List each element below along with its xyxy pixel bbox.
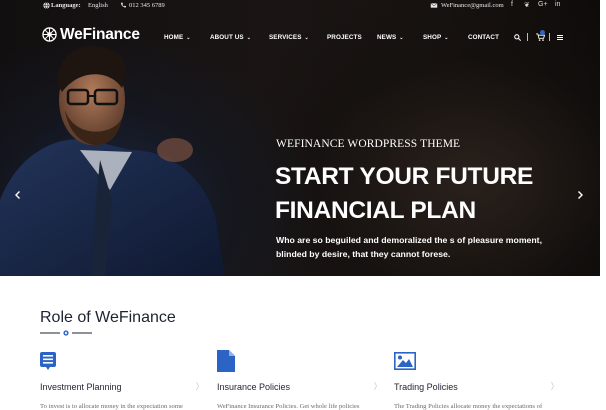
feature-title[interactable]: Trading Policies (394, 382, 458, 392)
nav-item-home[interactable]: HOME ⌄ (164, 34, 191, 41)
nav-item-label: PROJECTS (327, 34, 362, 41)
chevron-right-icon (196, 381, 199, 391)
language-selector[interactable]: English (88, 2, 108, 9)
chevron-down-icon: ⌄ (304, 35, 309, 41)
nav-item-services[interactable]: SERVICES ⌄ (269, 34, 309, 41)
nav-item-projects[interactable]: PROJECTS (327, 34, 362, 41)
phone-icon (121, 2, 126, 8)
cart-count-badge (540, 30, 545, 35)
search-icon[interactable] (514, 34, 521, 41)
nav-divider (549, 33, 550, 41)
feature-description: To invest is to allocate money in the ex… (40, 403, 183, 410)
nav-item-label: HOME (164, 34, 184, 41)
feature-description: WeFinance Insurance Policies. Get whole … (217, 403, 360, 410)
menu-icon[interactable] (557, 35, 563, 40)
language-label: Language: (51, 2, 81, 9)
chevron-down-icon: ⌄ (246, 35, 251, 41)
nav-item-contact[interactable]: CONTACT (468, 34, 499, 41)
hero-description-line: Who are so beguiled and demoralized the … (276, 235, 542, 245)
chevron-right-icon (551, 381, 554, 391)
nav-item-about-us[interactable]: ABOUT US ⌄ (210, 34, 251, 41)
nav-item-label: ABOUT US (210, 34, 244, 41)
facebook-icon[interactable]: f (511, 1, 513, 8)
hero-slider: Language: English 012 345 6789 WeFinance… (0, 0, 600, 276)
logo-icon[interactable] (42, 27, 57, 42)
nav-item-label: SHOP (423, 34, 442, 41)
google-plus-icon[interactable]: G+ (538, 1, 548, 8)
image-icon (394, 352, 416, 370)
slider-prev-arrow-icon[interactable] (14, 190, 22, 200)
slider-next-arrow-icon[interactable] (576, 190, 584, 200)
chevron-right-icon (374, 381, 377, 391)
twitter-icon[interactable]: ❦ (524, 1, 530, 9)
chevron-down-icon: ⌄ (444, 35, 449, 41)
nav-item-label: SERVICES (269, 34, 302, 41)
globe-icon (43, 2, 50, 9)
hero-title: START YOUR FUTURE FINANCIAL PLAN (275, 160, 533, 228)
top-bar: Language: English 012 345 6789 WeFinance… (0, 0, 600, 13)
nav-divider (527, 33, 528, 41)
feature-title[interactable]: Investment Planning (40, 382, 122, 392)
feature-title[interactable]: Insurance Policies (217, 382, 290, 392)
title-divider (40, 330, 92, 336)
chevron-down-icon: ⌄ (399, 35, 404, 41)
hero-title-line: FINANCIAL PLAN (275, 197, 476, 224)
nav-item-news[interactable]: NEWS ⌄ (377, 34, 404, 41)
document-icon (217, 350, 235, 372)
nav-item-shop[interactable]: SHOP ⌄ (423, 34, 449, 41)
linkedin-icon[interactable]: in (555, 1, 560, 8)
email-link[interactable]: WeFinance@gmail.com (441, 2, 504, 9)
list-icon (40, 352, 56, 370)
hero-description: Who are so beguiled and demoralized the … (276, 234, 576, 261)
feature-description: The Trading Policies allocate money the … (394, 403, 543, 410)
chevron-down-icon: ⌄ (186, 35, 191, 41)
nav-item-label: NEWS (377, 34, 397, 41)
phone-number: 012 345 6789 (129, 2, 165, 9)
hero-title-line: START YOUR FUTURE (275, 163, 534, 190)
section-title: Role of WeFinance (40, 309, 176, 326)
mail-icon (430, 3, 438, 8)
page-edge (600, 0, 606, 410)
hero-description-line: blinded by desire, that they cannot fore… (276, 248, 451, 259)
logo-text[interactable]: WeFinance (60, 26, 140, 44)
hero-subtitle: WEFINANCE WORDPRESS THEME (276, 138, 461, 150)
nav-item-label: CONTACT (468, 34, 500, 41)
